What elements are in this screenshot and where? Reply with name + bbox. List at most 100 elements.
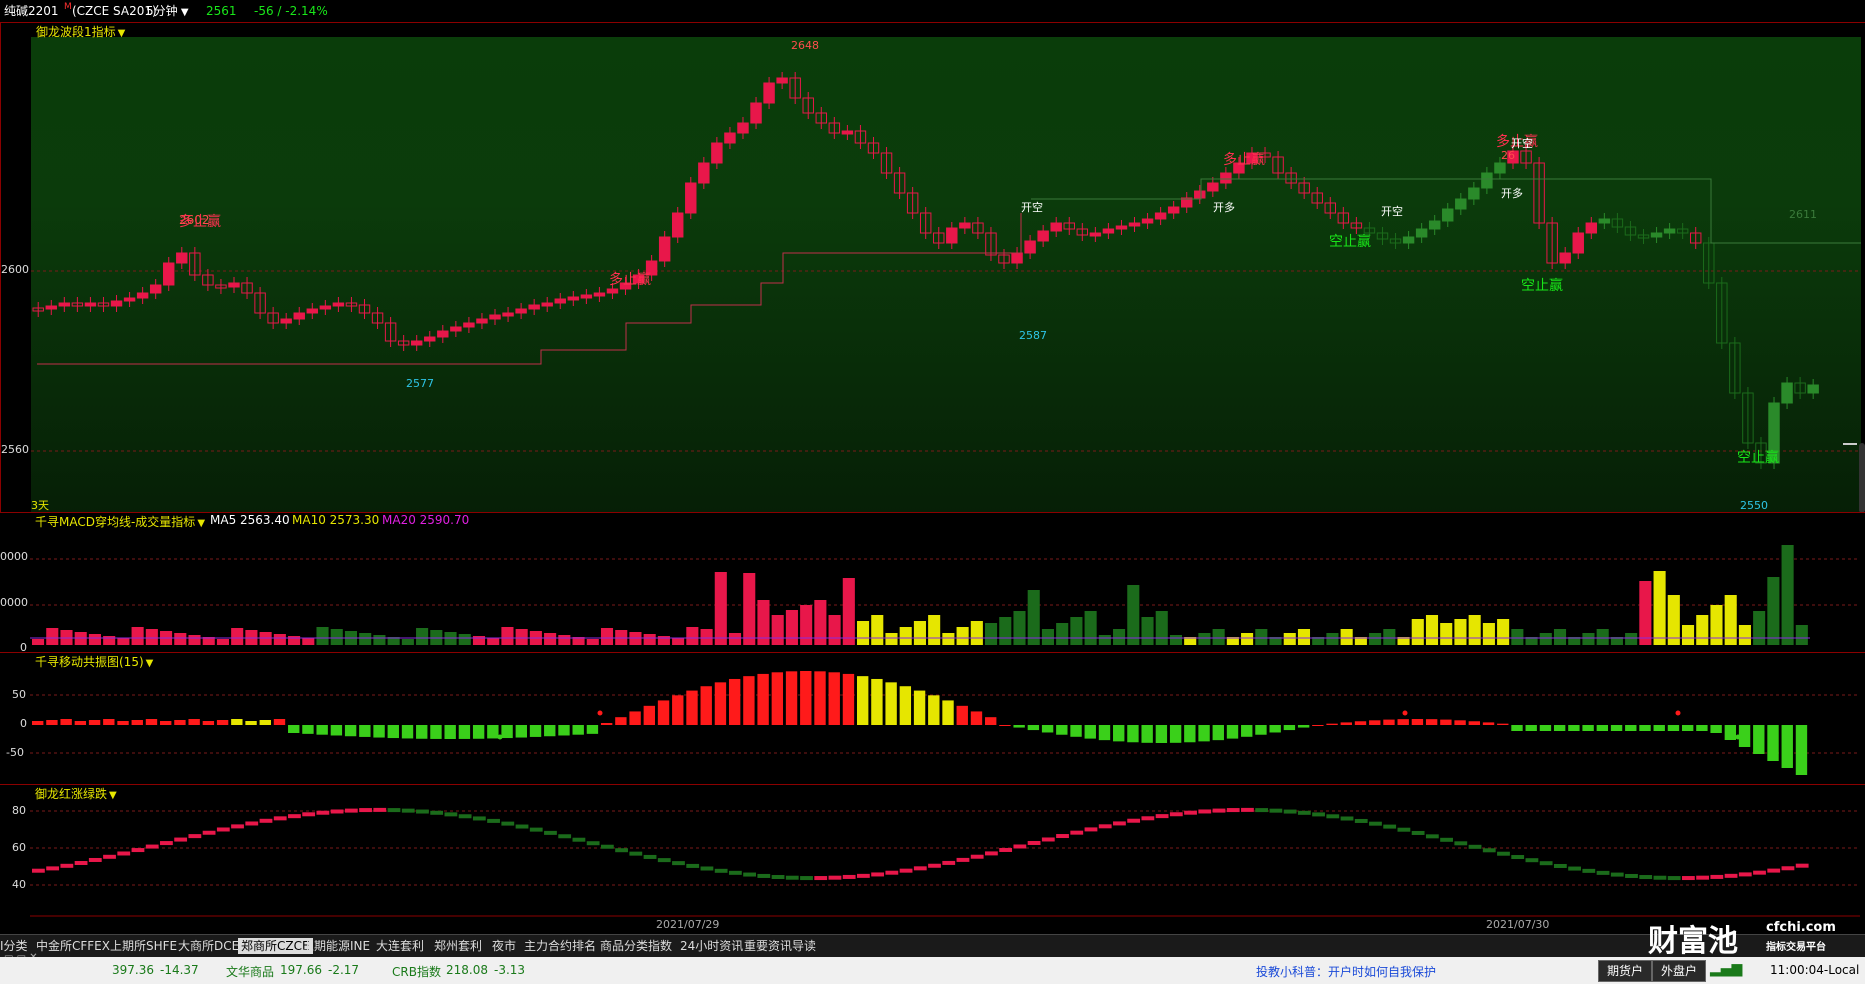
oscillator-bar — [1226, 725, 1239, 739]
signal-duo-zhi-ying: 多止赢 — [179, 214, 221, 230]
symbol-name[interactable]: 纯碱2201 — [4, 0, 59, 22]
quote-header: 纯碱2201 M (CZCE SA201) 5分钟 ▼ 2561 -56 / -… — [0, 0, 1865, 22]
trend-step — [1169, 812, 1183, 817]
oscillator-bar — [1511, 725, 1523, 731]
trend-step — [672, 861, 685, 866]
trend-step — [145, 844, 159, 849]
volume-bar — [32, 639, 45, 645]
vertical-scrollbar[interactable] — [1859, 443, 1865, 513]
trend-step — [1027, 840, 1041, 845]
oscillator-bar — [1468, 721, 1481, 725]
volume-panel[interactable]: 千寻MACD穿均线-成交量指标 ▼ MA5 2563.40 MA10 2573.3… — [0, 512, 1865, 654]
oscillator-bar — [1354, 721, 1367, 725]
candle-body — [1807, 384, 1819, 394]
volume-bar — [785, 610, 798, 645]
signal-kai-duo: 开多 — [1501, 187, 1523, 200]
tab-11[interactable]: 24小时资讯 — [680, 938, 743, 954]
trend-step — [1539, 861, 1553, 866]
volume-bar — [302, 638, 315, 645]
outer-account-button[interactable]: 外盘户 — [1652, 960, 1707, 982]
oscillator-bar — [629, 711, 641, 725]
volume-bar — [1141, 617, 1154, 645]
futures-account-button[interactable]: 期货户 — [1598, 960, 1653, 982]
volume-bar — [899, 627, 912, 645]
tab-2[interactable]: 上期所SHFE — [110, 938, 177, 954]
volume-bar — [1013, 611, 1026, 645]
volume-bar — [1781, 545, 1794, 645]
volume-bar — [1241, 633, 1254, 645]
volume-bar — [188, 635, 201, 645]
trend-panel[interactable]: 御龙红涨绿跌 ▼ 80 60 40 2021/07/29 2021/07/30 — [0, 784, 1865, 935]
candle-body — [110, 300, 123, 307]
volume-bar — [1753, 611, 1766, 645]
signal-dot — [1402, 710, 1408, 716]
index-name[interactable]: 文华商品 — [226, 963, 274, 980]
trend-step — [174, 837, 188, 842]
trend-step — [1667, 876, 1681, 881]
oscillator-bar — [1710, 725, 1722, 733]
trend-step — [1525, 858, 1539, 863]
oscillator-bar — [117, 721, 129, 725]
tab-9[interactable]: 主力合约排名 — [524, 938, 596, 954]
oscillator-bar — [373, 725, 385, 738]
candle-body — [280, 318, 292, 324]
trend-step — [1568, 866, 1581, 871]
tab-7[interactable]: 郑州套利 — [434, 938, 482, 954]
volume-bar — [131, 627, 144, 645]
trend-step — [600, 844, 614, 849]
signal-dot — [497, 734, 503, 740]
oscillator-bar — [444, 725, 456, 739]
volume-bar — [1283, 633, 1296, 645]
volume-bar — [1113, 629, 1126, 645]
candle-body — [959, 222, 971, 229]
trend-step — [515, 824, 529, 829]
volume-bar — [316, 627, 329, 645]
period-selector[interactable]: 5分钟 ▼ — [146, 0, 189, 24]
oscillator-bar — [387, 725, 399, 739]
trend-step — [60, 863, 74, 868]
signal-dot — [1675, 710, 1681, 716]
signal-kong-zhi-ying: 空止赢 — [1737, 450, 1779, 466]
oscillator-bar — [344, 725, 357, 737]
trend-step — [1212, 808, 1226, 813]
volume-bar — [942, 633, 955, 645]
education-tip-link[interactable]: 投教小科普：开户时如何自我保护 — [1256, 963, 1436, 980]
tab-3[interactable]: 大商所DCE — [178, 938, 239, 954]
trend-step — [643, 854, 657, 859]
index-change: -3.13 — [494, 963, 526, 977]
trend-step — [743, 872, 757, 877]
volume-bar — [1155, 611, 1168, 645]
trend-step — [316, 810, 330, 815]
oscillator-bar — [529, 725, 542, 737]
index-name[interactable]: CRB指数 — [392, 963, 441, 980]
trend-step — [1297, 810, 1311, 815]
oscillator-panel[interactable]: 千寻移动共振图(15) ▼ 50 0 -50 — [0, 652, 1865, 785]
oscillator-bar — [1255, 725, 1267, 735]
volume-bar — [743, 573, 756, 645]
trend-step — [629, 851, 643, 856]
oscillator-bar — [1383, 719, 1395, 725]
candle-body — [1207, 182, 1219, 192]
oscillator-bar — [743, 676, 755, 725]
index-value: 397.36 — [112, 963, 154, 977]
tab-1[interactable]: 中金所CFFEX — [36, 938, 110, 954]
main-chart-panel[interactable]: 御龙波段1指标 ▼ 2600 2560 3天 2648 2577 2587 255… — [0, 22, 1865, 513]
signal-strength-icon: ▂▄▆ — [1710, 961, 1743, 977]
volume-bar — [728, 633, 742, 645]
tab-6[interactable]: 大连套利 — [376, 938, 424, 954]
oscillator-bar — [430, 725, 442, 739]
tab-8[interactable]: 夜市 — [492, 938, 516, 954]
trend-step — [1354, 818, 1368, 823]
candle-body — [476, 318, 488, 324]
candle-body — [1481, 172, 1493, 189]
trend-step — [430, 810, 444, 815]
candle-body — [724, 132, 736, 144]
trend-step — [814, 876, 828, 881]
volume-bar — [458, 634, 471, 645]
candle-body — [58, 302, 71, 307]
candle-body — [149, 284, 162, 294]
candle-body — [528, 304, 540, 310]
tab-12[interactable]: 重要资讯导读 — [744, 938, 816, 954]
tab-5[interactable]: 上期能源INE — [302, 938, 370, 954]
tab-10[interactable]: 商品分类指数 — [600, 938, 672, 954]
